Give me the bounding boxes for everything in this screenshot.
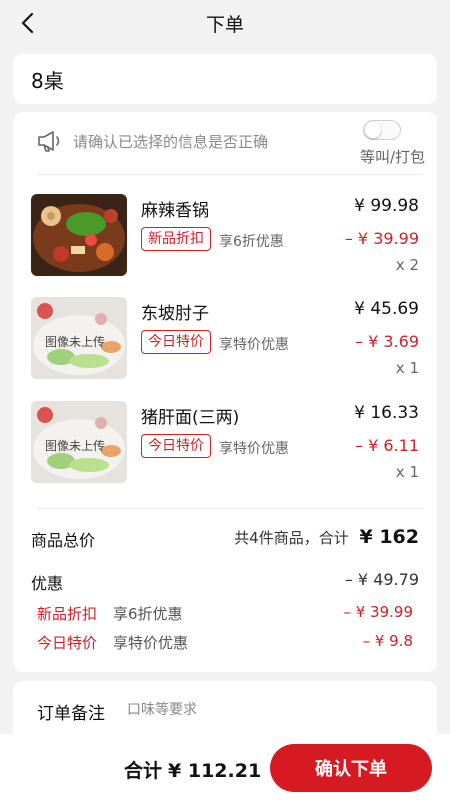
dish-image <box>31 194 127 276</box>
dish-discount: – ¥ 39.99 <box>344 229 419 248</box>
discount-value: – ¥ 49.79 <box>344 570 419 589</box>
image-placeholder-text: 图像未上传 <box>45 335 106 349</box>
page-title: 下单 <box>205 13 244 36</box>
dish-discount: – ¥ 3.69 <box>355 332 419 351</box>
promo-row-label: 今日特价 <box>37 634 98 652</box>
table-label: 8桌 <box>31 68 64 93</box>
dish-qty: x 1 <box>395 463 419 481</box>
dish-discount: – ¥ 6.11 <box>355 436 419 455</box>
toggle-label: 等叫/打包 <box>359 148 425 166</box>
divider <box>37 174 423 175</box>
confirm-order-button[interactable]: 确认下单 <box>270 744 432 792</box>
dish-name: 东坡肘子 <box>141 304 209 324</box>
footer-total: 合计 ¥ 112.21 <box>124 756 261 783</box>
toggle-knob <box>365 122 381 138</box>
remark-label: 订单备注 <box>37 704 105 724</box>
order-page: 下单 8桌 请确认已选择的信息是否正确 等叫/打包 麻辣香锅 新品折扣 享6折优… <box>0 0 450 800</box>
wait-takeaway-toggle[interactable] <box>363 120 401 140</box>
dish-price: ¥ 99.98 <box>354 196 419 216</box>
divider <box>37 508 423 509</box>
header: 下单 <box>0 0 450 46</box>
discount-label: 优惠 <box>31 574 64 593</box>
dish-qty: x 1 <box>395 359 419 377</box>
dish-image: 图像未上传 <box>31 297 127 379</box>
image-placeholder-text: 图像未上传 <box>45 439 106 453</box>
back-button[interactable] <box>12 8 42 38</box>
bottom-bar: 合计 ¥ 112.21 确认下单 <box>0 734 450 800</box>
total-value: ¥ 162 <box>359 526 420 548</box>
promo-row-desc: 享6折优惠 <box>113 605 183 623</box>
list-item: 图像未上传 东坡肘子 今日特价 享特价优惠 ¥ 45.69 – ¥ 3.69 x… <box>13 297 437 397</box>
table-card: 8桌 <box>13 54 437 104</box>
promo-row-desc: 享特价优惠 <box>113 634 189 652</box>
notice-text: 请确认已选择的信息是否正确 <box>73 132 269 151</box>
list-item: 麻辣香锅 新品折扣 享6折优惠 ¥ 99.98 – ¥ 39.99 x 2 <box>13 194 437 294</box>
dish-qty: x 2 <box>395 256 419 274</box>
dish-name: 麻辣香锅 <box>141 201 209 221</box>
remark-card: 订单备注 <box>13 681 437 741</box>
dish-price: ¥ 45.69 <box>354 299 419 319</box>
promo-desc: 享特价优惠 <box>219 441 289 457</box>
notice: 请确认已选择的信息是否正确 <box>37 130 268 152</box>
list-item: 图像未上传 猪肝面(三两) 今日特价 享特价优惠 ¥ 16.33 – ¥ 6.1… <box>13 401 437 501</box>
remark-input[interactable] <box>127 697 407 723</box>
promo-row-label: 新品折扣 <box>37 605 98 623</box>
promo-desc: 享6折优惠 <box>219 234 284 250</box>
item-count-text: 共4件商品，合计 <box>234 529 349 547</box>
megaphone-icon <box>38 131 60 152</box>
promo-row-value: – ¥ 39.99 <box>343 603 413 621</box>
promo-badge[interactable]: 今日特价 <box>141 434 211 458</box>
promo-badge[interactable]: 新品折扣 <box>141 227 211 251</box>
dish-image: 图像未上传 <box>31 401 127 483</box>
order-card: 请确认已选择的信息是否正确 等叫/打包 麻辣香锅 新品折扣 享6折优惠 ¥ 99… <box>13 112 437 672</box>
footer-total-label: 合计 <box>124 760 163 782</box>
chevron-left-icon <box>21 12 34 34</box>
dish-name: 猪肝面(三两) <box>141 408 240 428</box>
promo-desc: 享特价优惠 <box>219 337 289 353</box>
dish-price: ¥ 16.33 <box>354 403 419 423</box>
promo-row-value: – ¥ 9.8 <box>362 632 413 650</box>
total-label: 商品总价 <box>31 531 96 550</box>
footer-total-value: ¥ 112.21 <box>168 760 262 782</box>
promo-badge[interactable]: 今日特价 <box>141 330 211 354</box>
total-summary: 共4件商品，合计 ¥ 162 <box>234 526 419 548</box>
